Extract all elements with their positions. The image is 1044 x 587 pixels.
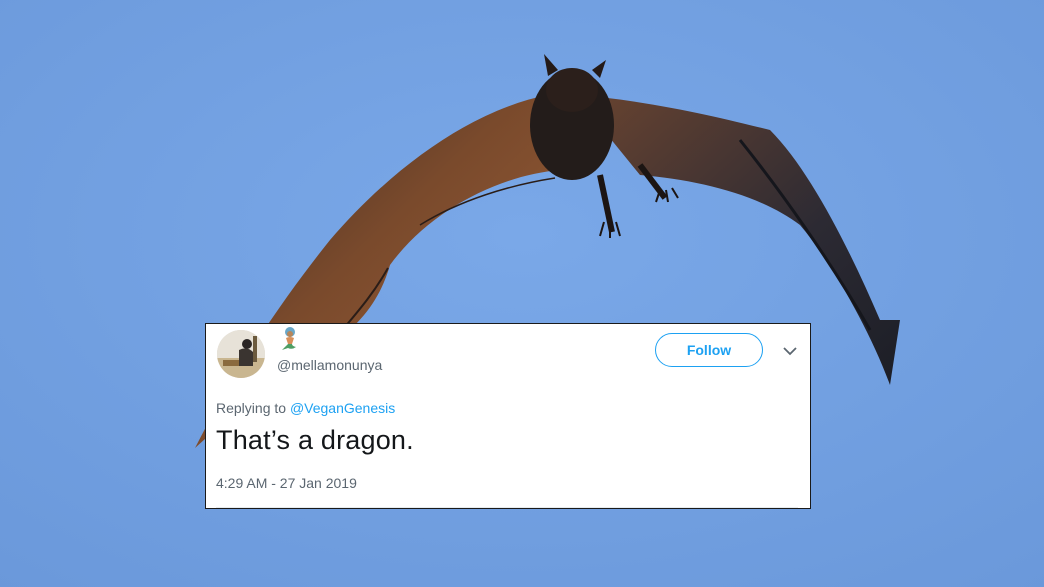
avatar-photo-icon: [217, 330, 265, 378]
reply-mention-link[interactable]: @VeganGenesis: [290, 400, 395, 416]
tweet-text: That’s a dragon.: [216, 425, 414, 455]
tweet-card: @mellamonunya Follow Replying to @VeganG…: [205, 323, 811, 509]
user-handle[interactable]: @mellamonunya: [277, 357, 382, 373]
reply-prefix: Replying to: [216, 400, 287, 416]
tweet-timestamp[interactable]: 4:29 AM - 27 Jan 2019: [216, 475, 357, 491]
avatar[interactable]: [217, 330, 265, 378]
divider: [216, 507, 798, 508]
reply-context: Replying to @VeganGenesis: [216, 400, 395, 416]
mermaid-emoji-icon: [282, 327, 296, 350]
follow-button[interactable]: Follow: [655, 333, 763, 367]
chevron-down-icon[interactable]: [783, 346, 797, 356]
